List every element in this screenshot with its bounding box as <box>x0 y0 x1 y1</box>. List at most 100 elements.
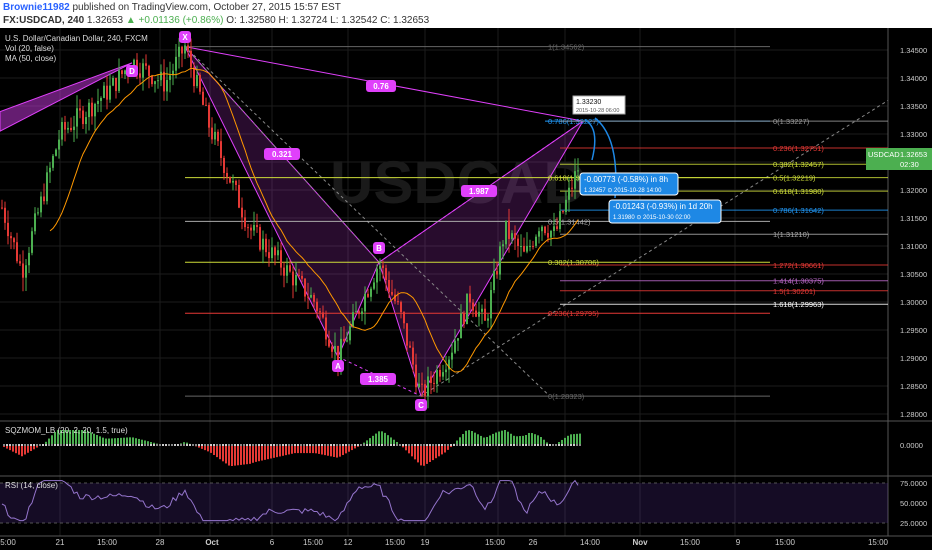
candle-body <box>493 271 495 291</box>
squeeze-dot <box>354 444 356 446</box>
candle-body <box>199 74 201 92</box>
chart-canvas[interactable]: USDCAD 1(1.34562)0.786(1.33227)0.618(1.3… <box>0 28 932 550</box>
squeeze-dot <box>78 444 80 446</box>
sqzmom-bar <box>570 434 572 445</box>
squeeze-dot <box>540 444 542 446</box>
candle-body <box>481 308 483 312</box>
candle-body <box>139 73 141 78</box>
candle-body <box>223 157 225 173</box>
squeeze-dot <box>468 444 470 446</box>
candle-body <box>289 265 291 272</box>
candle-body <box>487 318 489 321</box>
candle-body <box>34 213 36 232</box>
sqzmom-bar <box>540 436 542 445</box>
squeeze-dot <box>300 444 302 446</box>
candle-body <box>208 105 210 128</box>
sqzmom-bar <box>372 435 374 445</box>
squeeze-dot <box>231 444 233 446</box>
squeeze-dot <box>126 444 128 446</box>
squeeze-dot <box>324 444 326 446</box>
sqzmom-bar <box>348 445 350 452</box>
candle-body <box>49 167 51 173</box>
sqzmom-bar <box>414 445 416 460</box>
sqzmom-bar <box>225 445 227 464</box>
sqzmom-bar <box>285 445 287 456</box>
ratio-cd-label: 1.385 <box>368 375 389 384</box>
squeeze-dot <box>435 444 437 446</box>
candle-body <box>259 227 261 250</box>
time-axis[interactable]: 5:00 21 15:00 28 Oct 6 15:00 12 15:00 19 15:00 26 14… <box>0 538 888 547</box>
candle-body <box>556 226 558 229</box>
author-link[interactable]: Brownie11982 <box>3 2 70 13</box>
candle-body <box>145 63 147 66</box>
sqzmom-bar <box>27 445 29 453</box>
candle-body <box>490 290 492 319</box>
squeeze-dot <box>267 444 269 446</box>
sqzmom-bar <box>345 445 347 454</box>
candle-body <box>358 311 360 315</box>
squeeze-dot <box>396 444 398 446</box>
candle-body <box>547 233 549 238</box>
squeeze-dot <box>471 444 473 446</box>
sqzmom-bar <box>504 430 506 445</box>
squeeze-dot <box>411 444 413 446</box>
candle-body <box>343 338 345 342</box>
squeeze-dot <box>516 444 518 446</box>
squeeze-dot <box>348 444 350 446</box>
candle-body <box>400 302 402 313</box>
time-tick: 28 <box>156 538 165 547</box>
candle-body <box>88 102 90 118</box>
squeeze-dot <box>135 444 137 446</box>
rsi-pane[interactable]: 75.0000 50.0000 25.0000 <box>0 479 927 528</box>
sqzmom-bar <box>264 445 266 460</box>
change-arrow-icon: ▲ <box>125 15 136 26</box>
time-tick: 15:00 <box>303 538 324 547</box>
price-tick: 1.34500 <box>900 46 927 55</box>
candle-body <box>307 296 309 298</box>
sqzmom-bar <box>342 445 344 456</box>
publish-text: published on TradingView.com, October 27… <box>72 2 341 13</box>
candle-body <box>106 85 108 100</box>
sqzmom-bar <box>15 445 17 454</box>
candle-body <box>439 369 441 377</box>
ratio-xd-label: 0.76 <box>373 82 389 91</box>
squeeze-dot <box>462 444 464 446</box>
squeeze-dot <box>372 444 374 446</box>
point-d-left-label: D <box>129 67 135 76</box>
squeeze-dot <box>450 444 452 446</box>
squeeze-dot <box>159 444 161 446</box>
candle-body <box>109 85 111 100</box>
sqzmom-bar <box>213 445 215 456</box>
price-axis[interactable]: 1.345001.340001.335001.330001.325001.320… <box>866 46 932 419</box>
candle-body <box>100 97 102 101</box>
sqzmom-bar <box>216 445 218 458</box>
sqzmom-bar <box>270 445 272 459</box>
squeeze-dot <box>165 444 167 446</box>
top-info-bar: Brownie11982 published on TradingView.co… <box>0 0 932 28</box>
candle-body <box>118 70 120 91</box>
candle-body <box>349 326 351 341</box>
candle-body <box>67 127 69 130</box>
candle-body <box>295 275 297 286</box>
candle-body <box>10 236 12 239</box>
squeeze-dot <box>393 444 395 446</box>
squeeze-dot <box>309 444 311 446</box>
candle-body <box>304 278 306 297</box>
sqzmom-bar <box>240 445 242 465</box>
sqzmom-pane[interactable]: 0.0000 <box>3 430 923 466</box>
squeeze-dot <box>225 444 227 446</box>
sqzmom-bar <box>309 445 311 454</box>
squeeze-dot <box>90 444 92 446</box>
squeeze-dot <box>399 444 401 446</box>
fib-label-right: 0.618(1.31980) <box>773 187 824 196</box>
candle-body <box>430 376 432 383</box>
fib-label-right: 1.272(1.30661) <box>773 261 824 270</box>
time-tick: 15:00 <box>97 538 118 547</box>
candle-body <box>73 126 75 131</box>
sqzmom-bar <box>135 438 137 445</box>
time-tick: 15:00 <box>485 538 506 547</box>
squeeze-dot <box>3 444 5 446</box>
sqzmom-bar <box>381 431 383 445</box>
candle-body <box>331 346 333 352</box>
squeeze-dot <box>180 444 182 446</box>
